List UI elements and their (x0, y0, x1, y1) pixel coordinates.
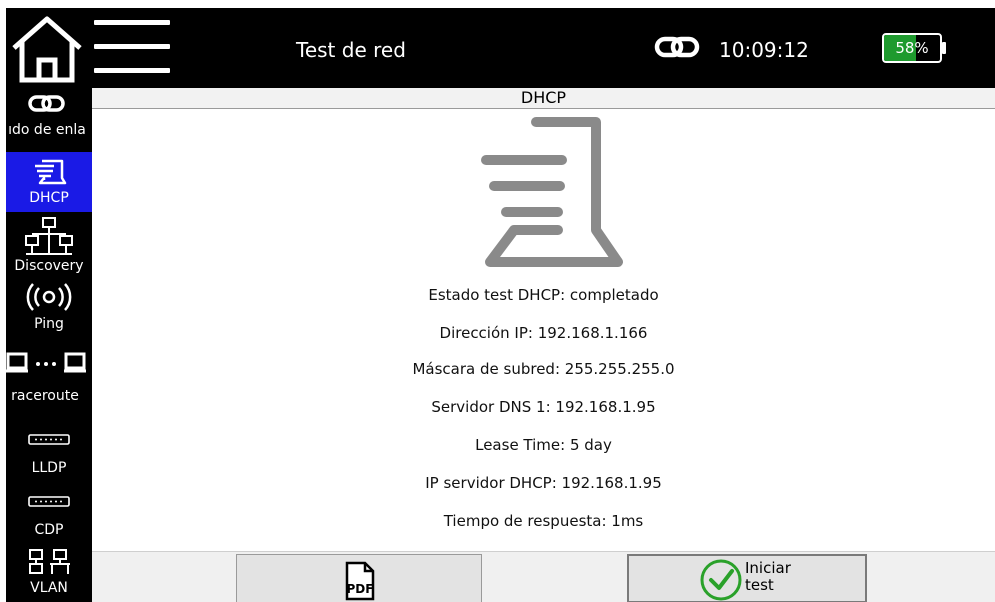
sidebar-item-label: ıdo de enla (8, 122, 86, 138)
clock: 10:09:12 (719, 38, 809, 62)
switch-port-icon (28, 496, 70, 507)
sidebar-item-label: DHCP (29, 190, 69, 206)
dhcp-status-line: Estado test DHCP: completado (428, 286, 659, 304)
main-panel: DHCP Estado test DHCP: completado Direcc… (92, 88, 995, 551)
pdf-icon-text: PDF (347, 582, 374, 596)
start-test-button[interactable]: Iniciar test (627, 554, 867, 602)
sidebar-item-label: LLDP (31, 460, 67, 476)
battery-icon: 58% (882, 33, 946, 63)
sidebar-item-label: VLAN (30, 580, 68, 596)
lease-time-line: Lease Time: 5 day (475, 436, 612, 454)
sidebar-item-label: Ping (34, 316, 64, 332)
dhcp-icon (35, 159, 67, 185)
sidebar: ıdo de enla DHCP Discovery Ping racerout… (6, 88, 92, 602)
export-pdf-button[interactable]: PDF (236, 554, 482, 602)
ping-icon (26, 283, 72, 311)
traceroute-icon (6, 352, 86, 373)
section-title: DHCP (92, 88, 995, 109)
network-tree-icon (25, 217, 73, 255)
link-icon (28, 95, 65, 112)
dhcp-large-icon (481, 117, 623, 267)
dhcp-server-line: IP servidor DHCP: 192.168.1.95 (425, 474, 662, 492)
start-test-label: Iniciar test (745, 559, 791, 594)
link-icon (654, 36, 700, 58)
sidebar-item-link-status[interactable]: ıdo de enla (6, 88, 92, 152)
sidebar-item-lldp[interactable]: LLDP (6, 420, 92, 482)
vlan-icon (29, 549, 70, 574)
top-bar: Test de red 10:09:12 58% (6, 8, 995, 88)
sidebar-item-vlan[interactable]: VLAN (6, 544, 92, 602)
home-icon[interactable] (8, 14, 86, 84)
pdf-icon: PDF (345, 561, 375, 601)
ip-address-line: Dirección IP: 192.168.1.166 (439, 324, 648, 342)
hamburger-menu-icon[interactable] (94, 16, 170, 78)
sidebar-item-label: raceroute (11, 388, 79, 404)
sidebar-item-ping[interactable]: Ping (6, 276, 92, 344)
sidebar-item-label: CDP (34, 522, 64, 538)
battery-percent: 58% (895, 39, 929, 57)
response-time-line: Tiempo de respuesta: 1ms (443, 512, 644, 530)
sidebar-item-dhcp[interactable]: DHCP (6, 152, 92, 212)
subnet-mask-line: Máscara de subred: 255.255.255.0 (412, 360, 675, 378)
sidebar-item-label: Discovery (14, 258, 84, 274)
app-frame: Test de red 10:09:12 58% ıdo de enla DHC… (6, 8, 995, 602)
page-title: Test de red (296, 38, 406, 62)
sidebar-item-discovery[interactable]: Discovery (6, 212, 92, 276)
bottom-toolbar: PDF Iniciar test (92, 551, 995, 602)
dns-server-line: Servidor DNS 1: 192.168.1.95 (431, 398, 656, 416)
sidebar-item-traceroute[interactable]: raceroute (6, 344, 92, 420)
sidebar-item-cdp[interactable]: CDP (6, 482, 92, 544)
switch-port-icon (28, 434, 70, 445)
checkmark-icon (700, 559, 742, 601)
